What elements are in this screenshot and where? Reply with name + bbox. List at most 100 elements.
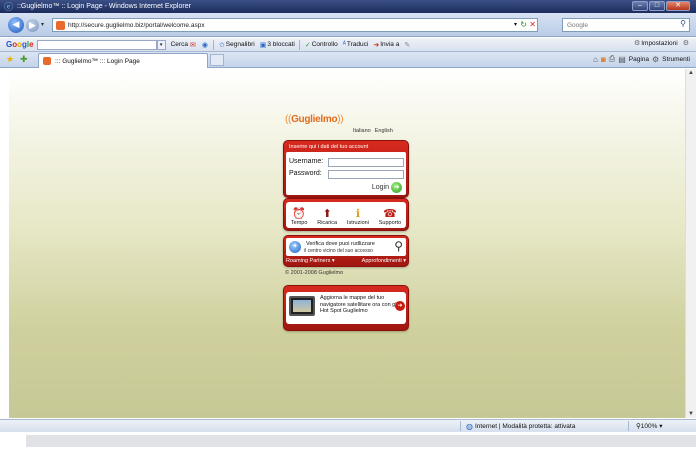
menu-item-ricarica[interactable]: ⬆ Ricarica <box>317 208 337 226</box>
verify-box[interactable]: ✦ Verifica dove puoi rudlizzare il centr… <box>286 238 406 256</box>
pencil-icon[interactable]: ✎ <box>404 41 411 49</box>
gps-device-icon <box>289 296 315 316</box>
add-favorites-icon[interactable]: ✚ <box>20 54 28 65</box>
promo-banner[interactable]: Aggiorna le mappe del tuo navigatore sat… <box>286 292 406 324</box>
new-tab-button[interactable] <box>210 54 224 66</box>
recharge-icon[interactable]: ⬆ <box>323 208 332 220</box>
google-search-input[interactable] <box>36 39 157 50</box>
scroll-down-icon[interactable]: ▼ <box>688 411 694 417</box>
page-icon[interactable]: ▤ <box>618 55 626 64</box>
username-label: Username: <box>289 158 324 165</box>
bookmarks-button[interactable]: ✩ Segnalibri <box>219 41 255 49</box>
login-button[interactable]: Login ➜ <box>372 182 402 193</box>
google-toolbar-right: ⚙ Impostazioni ⚙ <box>629 39 690 48</box>
ie-logo-icon: ⓔ <box>4 1 14 12</box>
service-menu: ⏰ Tempo ⬆ Ricarica ℹ Istruzioni ☎ Suppor… <box>286 202 406 228</box>
tools-icon[interactable]: ⚙ <box>652 55 659 64</box>
content-left-margin <box>0 69 9 418</box>
copyright: © 2001-2008 Guglielmo <box>285 270 344 276</box>
guglielmo-logo: ((Guglielmo)) <box>285 114 344 125</box>
roaming-partners-link[interactable]: Roaming Partners ▾ <box>286 258 335 264</box>
page-menu[interactable]: Pagina <box>629 56 649 63</box>
username-field[interactable] <box>328 158 404 167</box>
refresh-icon[interactable]: ↻ <box>520 20 527 29</box>
window-controls: – □ ✕ <box>632 1 690 11</box>
support-icon[interactable]: ☎ <box>383 208 397 220</box>
language-switcher: Italiano English <box>353 128 393 134</box>
address-url[interactable]: http://secure.guglielmo.biz/portal/welco… <box>68 22 205 29</box>
tools-menu[interactable]: Strumenti <box>662 56 690 63</box>
send-to-button[interactable]: ➜ Invia a <box>373 41 399 49</box>
login-panel: Inserire qui i dati del tuo account User… <box>283 140 409 198</box>
approfondimenti-link[interactable]: Approfondimenti ▾ <box>362 258 406 264</box>
security-zone[interactable]: ◍ Internet | Modalità protetta: attivata <box>466 422 575 431</box>
close-button[interactable]: ✕ <box>666 1 690 11</box>
bottom-shadow <box>26 435 696 447</box>
scroll-up-icon[interactable]: ▲ <box>688 70 694 76</box>
toolbar-divider <box>212 39 214 50</box>
login-button-label[interactable]: Login <box>372 184 389 191</box>
globe-icon: ✦ <box>289 241 301 253</box>
tab-row: ★ ✚ ::: Guglielmo™ ::: Login Page ⌂ ◙ ⎙ … <box>0 52 696 68</box>
news-icon[interactable]: ◉ <box>202 41 209 49</box>
info-icon[interactable]: ℹ <box>356 208 360 220</box>
window-title-bar: ⓔ ::Guglielmo™ :: Login Page - Windows I… <box>0 0 696 13</box>
search-box[interactable]: ⚲ <box>562 18 690 32</box>
verify-line-1[interactable]: Verifica dove puoi rudlizzare <box>306 241 375 247</box>
address-field[interactable]: http://secure.guglielmo.biz/portal/welco… <box>52 18 538 32</box>
window-title: ::Guglielmo™ :: Login Page - Windows Int… <box>17 3 191 10</box>
google-search-button[interactable]: Cerca ✉ <box>171 41 197 49</box>
promo-text[interactable]: Aggiorna le mappe del tuo navigatore sat… <box>320 295 398 315</box>
internet-globe-icon: ◍ <box>466 422 473 431</box>
address-toolbar: ◀ ▶ ▾ http://secure.guglielmo.biz/portal… <box>0 13 696 37</box>
menu-item-supporto[interactable]: ☎ Supporto <box>379 208 401 226</box>
favorites-star-icon[interactable]: ★ <box>6 54 14 65</box>
site-favicon-icon <box>56 20 65 30</box>
menu-item-tempo[interactable]: ⏰ Tempo <box>291 208 308 226</box>
minimize-button[interactable]: – <box>632 1 648 11</box>
page-content: ((Guglielmo)) Italiano English Inserire … <box>9 69 685 418</box>
menu-label-istruzioni[interactable]: Istruzioni <box>347 220 369 226</box>
stop-icon[interactable]: ✕ <box>529 20 536 29</box>
vertical-scrollbar[interactable]: ▲ ▼ <box>685 69 696 418</box>
password-label: Password: <box>289 170 322 177</box>
language-english[interactable]: English <box>375 128 393 134</box>
service-menu-panel: ⏰ Tempo ⬆ Ricarica ℹ Istruzioni ☎ Suppor… <box>283 198 409 231</box>
language-italiano[interactable]: Italiano <box>353 128 371 134</box>
menu-label-supporto[interactable]: Supporto <box>379 220 401 226</box>
feeds-icon[interactable]: ◙ <box>601 55 606 64</box>
clock-icon[interactable]: ⏰ <box>292 208 306 220</box>
menu-label-ricarica[interactable]: Ricarica <box>317 220 337 226</box>
home-icon[interactable]: ⌂ <box>593 55 598 64</box>
google-search-dropdown-icon[interactable]: ▾ <box>156 39 166 50</box>
address-dropdown-icon[interactable]: ▾ <box>514 21 517 28</box>
magnifier-icon[interactable]: ⚲ <box>394 239 403 253</box>
search-input[interactable] <box>567 21 667 29</box>
promo-arrow-icon[interactable]: ➜ <box>395 301 405 311</box>
menu-item-istruzioni[interactable]: ℹ Istruzioni <box>347 208 369 226</box>
tab-login-page[interactable]: ::: Guglielmo™ ::: Login Page <box>38 53 208 68</box>
history-dropdown-icon[interactable]: ▾ <box>41 21 44 28</box>
print-icon[interactable]: ⎙ <box>609 54 615 64</box>
popup-blocked-icon: ▣ <box>259 41 267 49</box>
maximize-button[interactable]: □ <box>649 1 665 11</box>
translate-button[interactable]: ᴬ Traduci <box>343 41 369 48</box>
back-button[interactable]: ◀ <box>8 17 24 33</box>
send-icon: ➜ <box>373 41 380 49</box>
login-form: Username: Password: Login ➜ <box>286 152 406 195</box>
password-field[interactable] <box>328 170 404 179</box>
google-logo[interactable]: Google <box>6 40 34 49</box>
toolbar-divider <box>298 39 300 50</box>
status-divider <box>460 421 461 431</box>
go-arrow-icon[interactable]: ➜ <box>391 182 402 193</box>
forward-button[interactable]: ▶ <box>26 19 39 32</box>
zoom-level[interactable]: ⚲100% ▾ <box>636 422 662 430</box>
status-divider <box>628 421 629 431</box>
google-options-icon[interactable]: ⚙ <box>683 39 690 47</box>
search-icon[interactable]: ⚲ <box>680 19 686 28</box>
settings-button[interactable]: ⚙ Impostazioni <box>634 39 678 48</box>
popup-blocker-button[interactable]: ▣ 3 bloccati <box>260 41 295 49</box>
spellcheck-button[interactable]: ✓ Controllo <box>305 41 338 49</box>
verify-line-2: il centro vicino del suo accesso <box>304 248 373 254</box>
menu-label-tempo[interactable]: Tempo <box>291 220 308 226</box>
